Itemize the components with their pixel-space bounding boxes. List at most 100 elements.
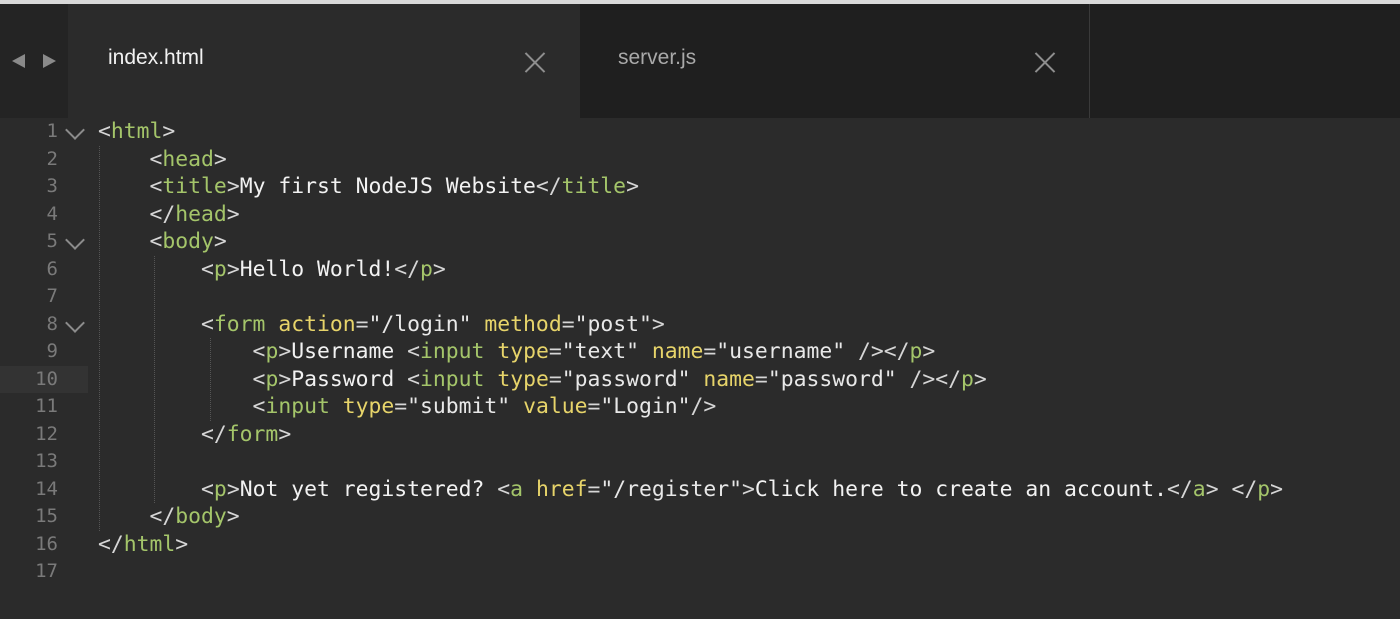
punctuation-token: > <box>278 421 292 447</box>
fold-chevron-icon[interactable] <box>65 120 85 140</box>
punctuation-token: < <box>407 366 421 392</box>
punctuation-token: > <box>226 174 240 199</box>
line-number: 15 <box>35 505 58 527</box>
fold-chevron-icon[interactable] <box>65 230 85 250</box>
code-line[interactable]: </body> <box>98 503 240 531</box>
close-icon[interactable] <box>524 51 546 73</box>
attribute-token: name <box>651 339 704 364</box>
code-line[interactable]: <p>Password <input type="password" name=… <box>98 366 987 394</box>
tag-token: form <box>226 421 279 447</box>
punctuation-token: </ <box>149 504 176 529</box>
tag-token: title <box>561 174 627 199</box>
punctuation-token: < <box>149 174 163 199</box>
code-line[interactable]: </html> <box>98 531 188 559</box>
tag-token: p <box>265 339 279 364</box>
punctuation-token: </ <box>201 421 227 447</box>
chevron-left-icon[interactable] <box>12 54 25 68</box>
tag-token: form <box>213 311 266 337</box>
string-token: "Login" <box>600 394 691 419</box>
tag-token: a <box>510 476 524 502</box>
line-number: 17 <box>35 560 58 582</box>
code-line[interactable]: <p>Not yet registered? <a href="/registe… <box>98 476 1283 504</box>
punctuation-token: < <box>149 146 163 172</box>
close-icon[interactable] <box>1034 51 1056 73</box>
tab-server-js[interactable]: server.js <box>580 4 1090 118</box>
code-editor[interactable]: 1 2 3 4 5 6 7 8 9 10 11 12 13 14 15 16 17 <html> <head> … <box>0 118 1400 619</box>
punctuation-token: < <box>252 366 266 392</box>
code-line[interactable]: <input type="submit" value="Login"/> <box>98 393 717 421</box>
tag-token: body <box>175 504 227 529</box>
punctuation-token: > <box>973 366 987 392</box>
punctuation-token: > <box>213 229 227 254</box>
fold-chevron-icon[interactable] <box>65 312 85 333</box>
tag-token: input <box>420 366 485 392</box>
punctuation-token: < <box>407 339 421 364</box>
code-line[interactable]: <html> <box>98 118 175 146</box>
code-line[interactable]: </form> <box>98 421 291 449</box>
punctuation-token: < <box>252 394 266 419</box>
code-line[interactable]: <p>Hello World!</p> <box>98 256 446 284</box>
punctuation-token: > <box>226 256 240 282</box>
punctuation-token: > <box>226 201 240 227</box>
string-token: "username" <box>716 339 846 364</box>
tag-token: p <box>1257 476 1271 502</box>
line-number: 4 <box>46 202 58 225</box>
punctuation-token: = <box>548 339 562 364</box>
text-token: Password <box>291 366 408 392</box>
tab-index-html[interactable]: index.html <box>68 4 580 118</box>
code-line[interactable]: <head> <box>98 146 227 174</box>
text-token: Username <box>291 339 408 364</box>
punctuation-token: > <box>226 476 240 502</box>
punctuation-token: </ <box>1167 476 1193 502</box>
line-number: 11 <box>35 395 58 417</box>
punctuation-token: < <box>252 339 266 364</box>
punctuation-token: </ <box>394 256 421 282</box>
text-token: My first NodeJS Website <box>239 174 536 199</box>
code-line[interactable]: <body> <box>98 228 227 256</box>
punctuation-token: > <box>1270 476 1284 502</box>
line-number: 7 <box>46 285 58 307</box>
attribute-token: type <box>342 394 395 419</box>
punctuation-token: > <box>278 366 292 392</box>
tag-token: html <box>110 119 163 144</box>
tag-token: input <box>265 394 330 419</box>
tag-token: p <box>961 366 974 392</box>
code-line[interactable]: <p>Username <input type="text" name="use… <box>98 338 936 366</box>
punctuation-token: /></ <box>857 339 910 364</box>
punctuation-token: > <box>432 256 446 282</box>
punctuation-token: > <box>742 476 755 502</box>
attribute-token: href <box>535 476 588 502</box>
punctuation-token: < <box>149 229 163 254</box>
punctuation-token: < <box>98 119 111 144</box>
code-line[interactable]: </head> <box>98 201 240 229</box>
text-token: Click here to create an account. <box>754 476 1168 502</box>
punctuation-token: < <box>201 311 214 337</box>
code-line[interactable]: <title>My first NodeJS Website</title> <box>98 173 639 201</box>
punctuation-token: > <box>922 339 936 364</box>
tag-token: body <box>162 229 214 254</box>
attribute-token: name <box>703 366 755 392</box>
chevron-right-icon[interactable] <box>43 54 56 68</box>
punctuation-token: > <box>226 504 240 529</box>
punctuation-token: = <box>548 366 562 392</box>
code-line[interactable]: <form action="/login" method="post"> <box>98 311 665 339</box>
punctuation-token: > <box>213 146 227 172</box>
tag-token: head <box>162 146 214 172</box>
punctuation-token: > <box>1205 476 1219 502</box>
string-token: "password" <box>767 366 897 392</box>
